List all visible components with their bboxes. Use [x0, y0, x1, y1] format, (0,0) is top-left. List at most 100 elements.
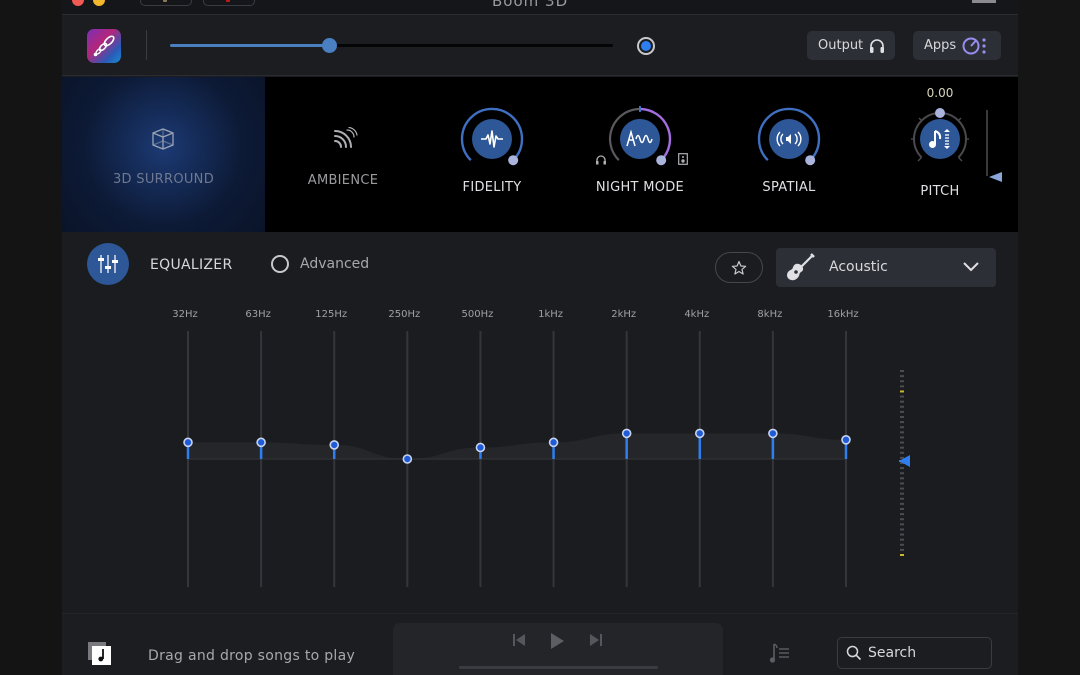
preamp-meter-tick: [900, 477, 904, 480]
search-input[interactable]: [868, 645, 978, 661]
titlebar-button-2[interactable]: [203, 0, 255, 6]
eq-band-label: 125Hz: [315, 309, 347, 320]
eq-band-knob[interactable]: [768, 428, 778, 439]
preamp-meter-tick: [900, 554, 904, 556]
eq-band-label: 1kHz: [538, 309, 563, 320]
eq-band-label: 500Hz: [462, 309, 494, 320]
eq-band-knob[interactable]: [475, 442, 486, 453]
preamp-meter-tick: [900, 543, 904, 546]
headphones-icon: [870, 38, 885, 53]
preamp-meter-tick: [900, 436, 904, 439]
preamp-meter-tick: [900, 370, 904, 372]
equalizer-sliders-icon: [98, 255, 118, 273]
preamp-meter-tick: [900, 441, 904, 444]
effect-ambience[interactable]: AMBIENCE: [292, 77, 394, 232]
toolbar: Output Apps: [62, 16, 1018, 76]
preset-selected-value: Acoustic: [829, 259, 888, 275]
mini-player: [393, 623, 723, 675]
effect-3d-surround[interactable]: 3D SURROUND: [62, 77, 265, 232]
eq-band-label: 32Hz: [172, 309, 198, 320]
ambience-icon: [334, 127, 358, 148]
volume-thumb[interactable]: [322, 38, 338, 53]
window-title: Boom 3D: [492, 0, 569, 10]
preamp-meter-tick: [900, 390, 904, 393]
surround-label: 3D SURROUND: [112, 172, 215, 187]
am-wave-icon: [626, 130, 653, 147]
preamp-meter-tick: [900, 538, 904, 541]
eq-band-knob[interactable]: [329, 440, 340, 450]
preamp-meter-tick: [900, 375, 904, 378]
close-window-button[interactable]: [72, 0, 84, 6]
effect-pitch[interactable]: PITCH: [890, 77, 990, 232]
pitch-label: PITCH: [920, 184, 960, 199]
preamp-meter-tick: [900, 487, 904, 490]
preamp-meter-tick: [900, 528, 904, 531]
volume-fill: [170, 44, 330, 47]
boost-toggle[interactable]: [637, 37, 655, 55]
pitch-knob[interactable]: [907, 106, 973, 172]
preamp-meter-tick: [900, 405, 904, 408]
preamp-meter-tick: [900, 416, 904, 418]
output-label: Output: [818, 38, 864, 53]
eq-band-knob[interactable]: [621, 428, 632, 439]
speaker-mode-icon: [678, 153, 688, 165]
effect-spatial[interactable]: SPATIAL: [739, 77, 839, 232]
titlebar-icon-1: [163, 0, 167, 2]
pitch-scroll-indicator[interactable]: [989, 172, 1002, 182]
preamp-meter-tick: [900, 482, 904, 485]
menu-icon[interactable]: [972, 0, 996, 3]
eq-band-label: 63Hz: [245, 309, 271, 320]
equalizer-chart: 32Hz 63Hz 125Hz 250Hz 500Hz 1kHz 2kHz 4kHz 8kHz 1…: [172, 309, 910, 587]
output-button[interactable]: Output: [807, 31, 895, 60]
preamp-meter-tick: [900, 548, 904, 551]
preamp-meter-tick: [900, 426, 904, 429]
preamp-meter-tick: [900, 492, 904, 495]
search-icon: [846, 645, 862, 661]
preamp-meter-tick: [900, 380, 904, 383]
song-file-icon: [88, 642, 111, 665]
volume-slider[interactable]: [170, 38, 613, 53]
playlist-icon[interactable]: [769, 642, 791, 664]
eq-band-label: 2kHz: [611, 309, 636, 320]
player-bar: Drag and drop songs to play: [62, 613, 1018, 675]
advanced-label[interactable]: Advanced: [300, 256, 369, 272]
next-track-icon[interactable]: [588, 632, 604, 648]
search-box[interactable]: [837, 637, 992, 669]
play-icon[interactable]: [549, 632, 565, 650]
pitch-scroll-track[interactable]: [986, 110, 988, 176]
chevron-down-icon: [963, 262, 979, 272]
apps-volume-icon: [962, 37, 986, 54]
apps-button[interactable]: Apps: [913, 31, 1001, 60]
effect-fidelity[interactable]: FIDELITY: [442, 77, 542, 232]
spatial-knob-face: [769, 119, 809, 159]
favorite-preset-button[interactable]: [715, 252, 763, 283]
playback-progress[interactable]: [459, 666, 658, 669]
apps-label: Apps: [924, 38, 957, 53]
eq-band-knob[interactable]: [694, 428, 705, 439]
effects-panel: 3D SURROUND AMBIENCE FIDELITY NIGHT MODE…: [62, 77, 1018, 232]
app-window: Boom 3D Output Apps 3D SURROUND AMBIENCE…: [62, 0, 1018, 675]
eq-band-knob[interactable]: [402, 454, 413, 464]
preamp-meter-tick: [900, 451, 904, 454]
preset-dropdown[interactable]: Acoustic: [776, 248, 996, 287]
minimize-window-button[interactable]: [93, 0, 105, 6]
eq-band-knob[interactable]: [841, 435, 851, 445]
eq-band-knob[interactable]: [256, 437, 266, 448]
fidelity-knob[interactable]: [459, 106, 525, 172]
eq-band-knob[interactable]: [548, 437, 559, 448]
eq-band-knob[interactable]: [183, 437, 193, 448]
spatial-knob[interactable]: [756, 106, 822, 172]
music-note-pitch-icon: [929, 129, 950, 149]
star-icon: [731, 260, 747, 275]
eq-curve-area: [188, 433, 846, 459]
night-mode-knob[interactable]: [607, 106, 673, 172]
preamp-meter-tick: [900, 385, 904, 388]
preamp-meter-tick: [900, 421, 904, 424]
titlebar-button-1[interactable]: [140, 0, 192, 6]
advanced-radio[interactable]: [271, 255, 289, 273]
equalizer-section: 32Hz 63Hz 125Hz 250Hz 500Hz 1kHz 2kHz 4kHz 8kHz 1…: [62, 233, 1018, 613]
effect-night-mode[interactable]: NIGHT MODE: [590, 77, 690, 232]
preamp-meter-tick: [900, 400, 904, 403]
equalizer-toggle[interactable]: [87, 243, 129, 285]
previous-track-icon[interactable]: [511, 632, 527, 648]
